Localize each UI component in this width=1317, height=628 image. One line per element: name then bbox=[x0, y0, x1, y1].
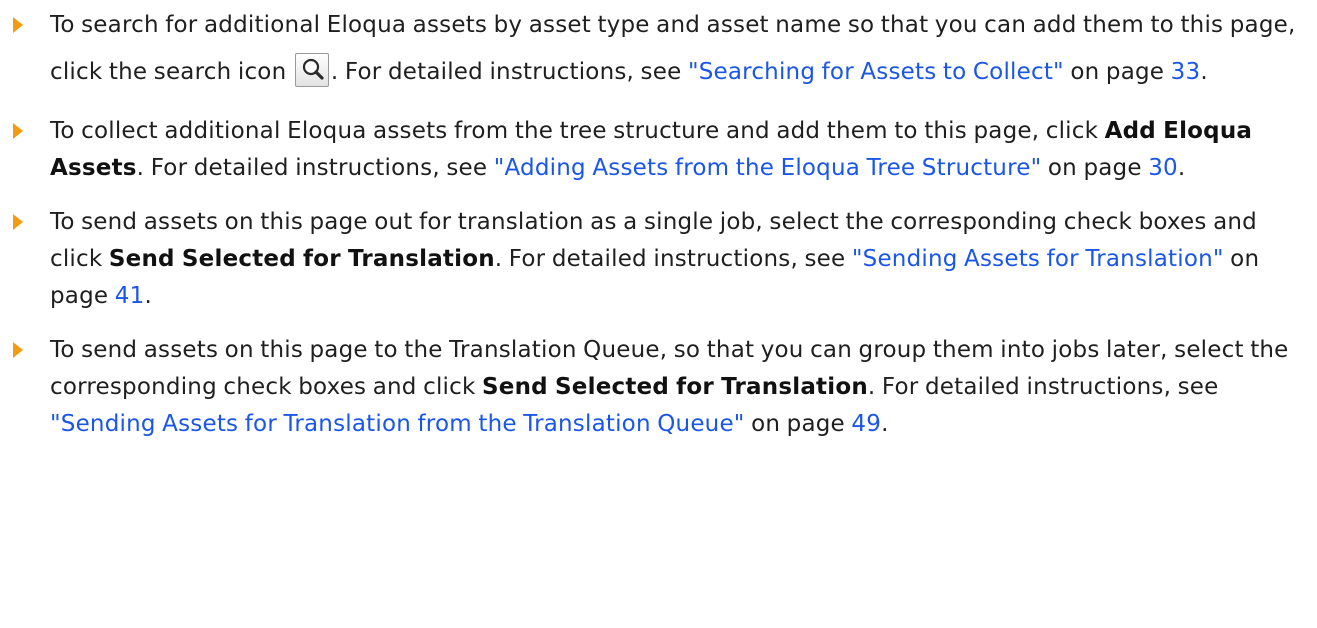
item-text: . bbox=[1177, 155, 1186, 181]
item-text: on page bbox=[1041, 155, 1149, 181]
item-text: . bbox=[881, 411, 889, 437]
bullet-arrow-icon bbox=[13, 123, 23, 139]
ui-label-send-selected: Send Selected for Translation bbox=[108, 246, 495, 272]
item-text: . For detailed instructions, see bbox=[494, 246, 852, 272]
item-text: To collect additional Eloqua assets from… bbox=[50, 118, 1105, 144]
item-text: . bbox=[144, 283, 152, 309]
page-link[interactable]: 41 bbox=[115, 283, 145, 309]
search-icon[interactable] bbox=[294, 52, 329, 87]
item-text: on page bbox=[1063, 59, 1171, 85]
page-link[interactable]: 33 bbox=[1171, 59, 1201, 85]
page-link[interactable]: 30 bbox=[1148, 155, 1178, 181]
link-sending-assets[interactable]: "Sending Assets for Translation" bbox=[852, 246, 1224, 272]
bullet-arrow-icon bbox=[13, 17, 23, 33]
item-text: on page bbox=[744, 411, 852, 437]
item-text: . For detailed instructions, see bbox=[330, 59, 688, 85]
bullet-arrow-icon bbox=[13, 342, 23, 358]
list-item: To search for additional Eloqua assets b… bbox=[12, 2, 1297, 96]
instruction-list: To search for additional Eloqua assets b… bbox=[12, 2, 1297, 443]
list-item: To send assets on this page to the Trans… bbox=[12, 332, 1297, 443]
item-text: . bbox=[1200, 59, 1208, 85]
ui-label-send-selected: Send Selected for Translation bbox=[482, 374, 868, 400]
link-adding-assets-tree[interactable]: "Adding Assets from the Eloqua Tree Stru… bbox=[494, 155, 1042, 181]
link-searching-for-assets[interactable]: "Searching for Assets to Collect" bbox=[688, 59, 1064, 85]
link-sending-assets-queue[interactable]: "Sending Assets for Translation from the… bbox=[50, 411, 745, 437]
page-link[interactable]: 49 bbox=[851, 411, 881, 437]
list-item: To collect additional Eloqua assets from… bbox=[12, 113, 1297, 187]
item-text: . For detailed instructions, see bbox=[867, 374, 1219, 400]
bullet-arrow-icon bbox=[13, 214, 23, 230]
item-text: . For detailed instructions, see bbox=[136, 155, 494, 181]
list-item: To send assets on this page out for tran… bbox=[12, 204, 1297, 315]
document-page: To search for additional Eloqua assets b… bbox=[0, 0, 1317, 628]
